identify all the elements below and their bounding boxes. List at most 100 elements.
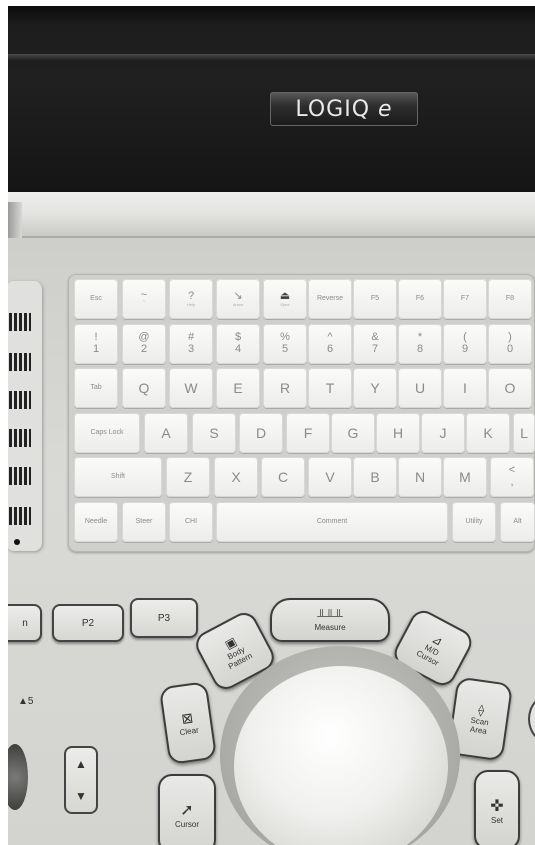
key-label: Q — [138, 379, 150, 396]
cursor-button[interactable]: ➚ Cursor — [158, 774, 216, 845]
key-chi[interactable]: CHI — [169, 502, 213, 542]
key-n[interactable]: N — [398, 457, 442, 497]
key-label: CHI — [184, 518, 198, 526]
key-label: Tab — [90, 384, 102, 392]
key-top-label: ~ — [140, 288, 148, 301]
key-f8[interactable]: F8 — [488, 279, 532, 319]
indicator-dot — [14, 539, 20, 545]
key-o[interactable]: O — [488, 368, 532, 408]
key-a[interactable]: A — [144, 413, 188, 453]
key-comma[interactable]: <, — [490, 457, 534, 497]
key-tilde[interactable]: ~ ` — [122, 279, 166, 319]
key-label: Eject — [280, 301, 290, 307]
key-1[interactable]: ! 1 — [74, 324, 118, 364]
key-q[interactable]: Q — [122, 368, 166, 408]
key-esc[interactable]: Esc — [74, 279, 118, 319]
key-reverse[interactable]: Reverse — [308, 279, 352, 319]
key-z[interactable]: Z — [166, 457, 210, 497]
key-i[interactable]: I — [443, 368, 487, 408]
up-down-rocker[interactable]: ▲ ▼ — [64, 746, 98, 814]
key-r[interactable]: R — [263, 368, 307, 408]
key-d[interactable]: D — [239, 413, 283, 453]
key-v[interactable]: V — [308, 457, 352, 497]
key-help[interactable]: ? Help — [169, 279, 213, 319]
down-arrow-icon[interactable]: ▼ — [75, 789, 87, 803]
key-w[interactable]: W — [169, 368, 213, 408]
key-utility[interactable]: Utility — [452, 502, 496, 542]
key-f6[interactable]: F6 — [398, 279, 442, 319]
clear-label: Clear — [179, 725, 200, 738]
key-label: U — [414, 379, 426, 396]
key-arrow[interactable]: ↘ Arrow — [216, 279, 260, 319]
key-label: 0 — [506, 343, 514, 355]
key-0[interactable]: ) 0 — [488, 324, 532, 364]
key-label: 3 — [187, 343, 195, 355]
key-u[interactable]: U — [398, 368, 442, 408]
key-label: D — [255, 424, 267, 441]
key-comment-spacebar[interactable]: Comment — [216, 502, 448, 542]
key-label: F — [303, 424, 313, 441]
key-5[interactable]: % 5 — [263, 324, 307, 364]
key-label: , — [510, 476, 514, 488]
key-label: S — [209, 424, 219, 441]
key-f[interactable]: F — [286, 413, 330, 453]
key-l[interactable]: L — [513, 413, 535, 453]
key-eject[interactable]: ⏏ Eject — [263, 279, 307, 319]
up-arrow-icon[interactable]: ▲ — [75, 757, 87, 771]
key-label: V — [325, 468, 335, 485]
key-4[interactable]: $4 — [216, 324, 260, 364]
clear-icon: ⊠ — [180, 709, 195, 727]
key-g[interactable]: G — [331, 413, 375, 453]
key-h[interactable]: H — [376, 413, 420, 453]
key-label: Esc — [90, 295, 102, 303]
key-8[interactable]: * 8 — [398, 324, 442, 364]
set-button[interactable]: ✜ Set — [474, 770, 520, 845]
key-label: Caps Lock — [90, 429, 124, 437]
key-2[interactable]: @2 — [122, 324, 166, 364]
key-k[interactable]: K — [466, 413, 510, 453]
key-7[interactable]: & 7 — [353, 324, 397, 364]
key-6[interactable]: ^ 6 — [308, 324, 352, 364]
key-label: G — [347, 424, 359, 441]
key-label: 6 — [326, 343, 334, 355]
measure-button[interactable]: ╨╨╨ Measure — [270, 598, 390, 642]
measure-label: Measure — [314, 622, 346, 632]
p1-label: n — [22, 617, 28, 629]
key-alt[interactable]: Alt — [500, 502, 535, 542]
key-label: T — [325, 379, 335, 396]
crosshair-icon: ✜ — [490, 797, 504, 815]
key-label: L — [520, 424, 528, 441]
key-label: Arrow — [232, 301, 244, 307]
logo-model: e — [378, 96, 393, 122]
key-j[interactable]: J — [421, 413, 465, 453]
key-label: 8 — [416, 343, 424, 355]
logo-brand: LOGIQ — [295, 96, 371, 122]
key-label: Reverse — [316, 295, 344, 303]
key-steer[interactable]: Steer — [122, 502, 166, 542]
key-t[interactable]: T — [308, 368, 352, 408]
key-caps-lock[interactable]: Caps Lock — [74, 413, 140, 453]
key-m[interactable]: M — [443, 457, 487, 497]
key-shift[interactable]: Shift — [74, 457, 162, 497]
key-b[interactable]: B — [353, 457, 397, 497]
key-f7[interactable]: F7 — [443, 279, 487, 319]
eject-icon: ⏏ — [279, 290, 291, 303]
logo-plate: LOGIQ e — [270, 92, 418, 126]
p1-button[interactable]: n — [8, 604, 42, 642]
grille-slot — [9, 429, 31, 447]
key-s[interactable]: S — [192, 413, 236, 453]
key-tab[interactable]: Tab — [74, 368, 118, 408]
key-9[interactable]: (9 — [443, 324, 487, 364]
key-3[interactable]: #3 — [169, 324, 213, 364]
p3-button[interactable]: P3 — [130, 598, 198, 638]
key-e[interactable]: E — [216, 368, 260, 408]
key-y[interactable]: Y — [353, 368, 397, 408]
help-icon: ? — [187, 290, 195, 303]
key-c[interactable]: C — [261, 457, 305, 497]
grille-slot — [9, 507, 31, 525]
key-needle[interactable]: Needle — [74, 502, 118, 542]
p2-button[interactable]: P2 — [52, 604, 124, 642]
key-x[interactable]: X — [214, 457, 258, 497]
key-f5[interactable]: F5 — [353, 279, 397, 319]
key-label: F7 — [460, 295, 470, 303]
